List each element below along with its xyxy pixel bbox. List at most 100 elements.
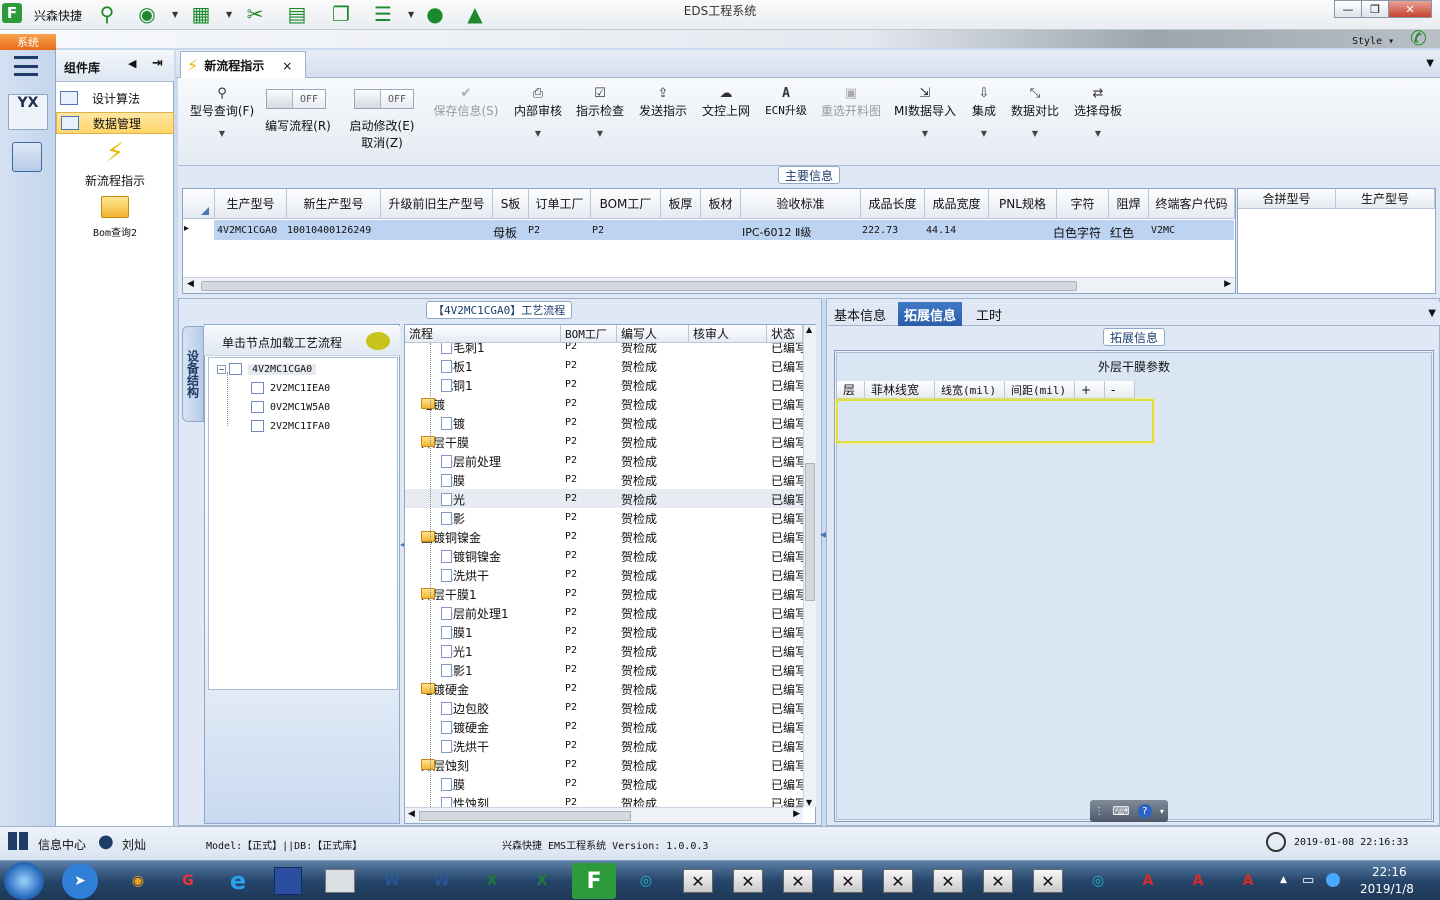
tree-node-root[interactable]: − 4V2MC1CGA0 — [217, 360, 317, 378]
table-row[interactable]: 显影 P2 贺检成 已编写 — [405, 508, 803, 527]
chevron-down-icon[interactable]: ▼ — [1008, 129, 1062, 138]
style-menu[interactable]: Style ▾ — [1352, 36, 1394, 47]
tree-node[interactable]: 2V2MC1IFA0 — [251, 417, 330, 435]
keyboard-icon[interactable]: ⌨ — [1112, 804, 1129, 818]
table-row[interactable]: 外层前处理 P2 贺检成 已编写 — [405, 451, 803, 470]
table-row[interactable]: −图镀铜镍金P2贺检成已编写 — [405, 527, 803, 546]
taskbar-word-icon[interactable]: W — [370, 863, 414, 899]
taskbar-app-icon[interactable]: G — [166, 863, 210, 899]
col-header[interactable]: 层 — [837, 381, 865, 399]
chevron-down-icon[interactable]: ▼ — [184, 129, 260, 138]
col-header[interactable]: 流程 — [405, 325, 561, 343]
table-row[interactable]: 贴膜 P2 贺检成 已编写 — [405, 470, 803, 489]
col-header[interactable]: BOM工厂 — [561, 325, 617, 343]
scroll-thumb[interactable] — [805, 463, 815, 601]
table-row[interactable]: 曝光 P2 贺检成 已编写 — [405, 489, 803, 508]
col-header[interactable]: 菲林线宽 — [865, 381, 935, 399]
select-mother-board-button[interactable]: ⇄ 选择母板 ▼ — [1070, 84, 1126, 139]
chevron-down-icon[interactable]: ▼ — [572, 129, 628, 138]
scroll-thumb[interactable] — [419, 811, 631, 821]
table-row[interactable]: −外层蚀刻 P2 贺检成 已编写 — [405, 755, 803, 774]
table-row[interactable]: 沉铜1 P2 贺检成 已编写 — [405, 375, 803, 394]
taskbar-window-icon[interactable]: ✕ — [726, 863, 770, 899]
table-row[interactable]: 电镀硬金 P2 贺检成 已编写 — [405, 717, 803, 736]
grip-icon[interactable]: ⋮ — [1094, 806, 1104, 817]
table-row[interactable]: −外层干膜 P2 贺检成 已编写 — [405, 432, 803, 451]
chevron-down-icon[interactable]: ▼ — [892, 129, 958, 138]
restore-button[interactable]: ❐ — [1361, 0, 1389, 18]
taskbar-window-icon[interactable]: ✕ — [676, 863, 720, 899]
col-header[interactable]: 成品宽度 — [925, 189, 989, 219]
taskbar-save-icon[interactable] — [266, 863, 310, 899]
taskbar-app-icon[interactable]: ◎ — [1076, 863, 1120, 899]
grid-corner[interactable] — [183, 189, 215, 219]
table-row[interactable]: 外层前处理1 P2 贺检成 已编写 — [405, 603, 803, 622]
col-header[interactable]: 生产型号 — [215, 189, 287, 219]
options-icon[interactable]: ▾ — [1160, 807, 1164, 816]
doc-upload-button[interactable]: ☁ 文控上网 — [698, 84, 754, 119]
taskbar-app-icon[interactable]: ◉ — [116, 863, 160, 899]
table-row[interactable]: 水洗烘干 P2 贺检成 已编写 — [405, 736, 803, 755]
col-header[interactable]: 新生产型号 — [287, 189, 381, 219]
remove-row-button[interactable]: - — [1105, 381, 1135, 399]
minimize-button[interactable]: — — [1334, 0, 1362, 18]
taskbar-window-icon[interactable]: ✕ — [826, 863, 870, 899]
phone-icon[interactable]: ✆ — [1410, 26, 1427, 50]
scroll-thumb[interactable] — [201, 281, 1077, 291]
tab-basic-info[interactable]: 基本信息 — [828, 302, 892, 326]
help-icon[interactable]: ? — [1137, 804, 1152, 818]
data-compare-button[interactable]: ⤡ 数据对比 ▼ — [1008, 84, 1062, 139]
col-header[interactable]: 合拼型号 — [1238, 189, 1336, 209]
tree-node[interactable]: 2V2MC1IEA0 — [251, 379, 330, 397]
checkbox[interactable] — [251, 382, 264, 394]
table-row[interactable]: 烘板1 P2 贺检成 已编写 — [405, 356, 803, 375]
instruction-check-button[interactable]: ☑ 指示检查 ▼ — [572, 84, 628, 139]
col-header[interactable]: 核审人 — [689, 325, 767, 343]
bom-query-button[interactable]: Bom查询2 — [56, 196, 174, 239]
taskbar-app-icon[interactable]: ◎ — [624, 863, 668, 899]
table-row[interactable]: −外层干膜1P2贺检成已编写 — [405, 584, 803, 603]
taskbar-autocad-icon[interactable]: A — [1176, 863, 1220, 899]
taskbar-word-icon[interactable]: W — [420, 863, 464, 899]
scroll-left-icon[interactable]: ◀ — [187, 279, 194, 289]
scroll-right-icon[interactable]: ▶ — [793, 809, 800, 819]
system-tab[interactable]: 系统 — [0, 34, 56, 50]
integrate-button[interactable]: ⇩ 集成 ▼ — [966, 84, 1002, 139]
table-row[interactable]: 图镀铜镍金 P2 贺检成 已编写 — [405, 546, 803, 565]
collapse-icon[interactable]: − — [217, 364, 226, 374]
ecn-upgrade-button[interactable]: A ECN升级 — [760, 84, 812, 118]
internal-review-button[interactable]: ⎙ 内部审核 ▼ — [510, 84, 566, 139]
col-header[interactable]: 终端客户代码 — [1149, 189, 1235, 219]
table-row[interactable]: 水洗烘干 P2 贺检成 已编写 — [405, 565, 803, 584]
table-row[interactable]: 曝光1 P2 贺检成 已编写 — [405, 641, 803, 660]
taskbar-window-icon[interactable]: ✕ — [926, 863, 970, 899]
tab-extended-info[interactable]: 拓展信息 — [898, 302, 963, 326]
scroll-up-icon[interactable]: ▲ — [806, 325, 812, 334]
taskbar-eds-icon[interactable]: F — [572, 863, 616, 899]
taskbar-window-icon[interactable]: ✕ — [1026, 863, 1070, 899]
col-header[interactable]: 升级前旧生产型号 — [381, 189, 493, 219]
tree-node[interactable]: 0V2MC1W5A0 — [251, 398, 330, 416]
collapse-left-icon[interactable]: ◀ — [128, 57, 136, 70]
network-icon[interactable]: ▭ — [1302, 873, 1314, 888]
col-header[interactable]: 间距(mil) — [1005, 381, 1075, 399]
factory-icon[interactable]: YX — [8, 94, 48, 130]
mi-import-button[interactable]: ⇲ MI数据导入 ▼ — [892, 84, 958, 139]
flow-vertical-scrollbar[interactable]: ▲ ▼ — [803, 325, 816, 807]
col-header[interactable]: 成品长度 — [861, 189, 925, 219]
checkbox[interactable] — [251, 420, 264, 432]
scroll-right-icon[interactable]: ▶ — [1224, 279, 1231, 289]
chevron-down-icon[interactable]: ▼ — [1070, 129, 1126, 138]
component-item-data-management[interactable]: 数据管理 — [56, 112, 174, 134]
detail-tab-dropdown-icon[interactable]: ▼ — [1428, 308, 1436, 319]
start-button[interactable] — [4, 862, 44, 900]
scroll-down-icon[interactable]: ▼ — [806, 798, 812, 807]
checkbox[interactable] — [229, 363, 242, 375]
table-row[interactable]: 板镀 P2 贺检成 已编写 — [405, 413, 803, 432]
table-row[interactable]: −电镀硬金 P2 贺检成 已编写 — [405, 679, 803, 698]
table-row[interactable]: 贴膜1 P2 贺检成 已编写 — [405, 622, 803, 641]
col-header[interactable]: 订单工厂 — [529, 189, 591, 219]
col-header[interactable]: 板厚 — [661, 189, 701, 219]
col-header[interactable]: 生产型号 — [1336, 189, 1435, 209]
pin-icon[interactable]: ⇥ — [152, 56, 163, 71]
